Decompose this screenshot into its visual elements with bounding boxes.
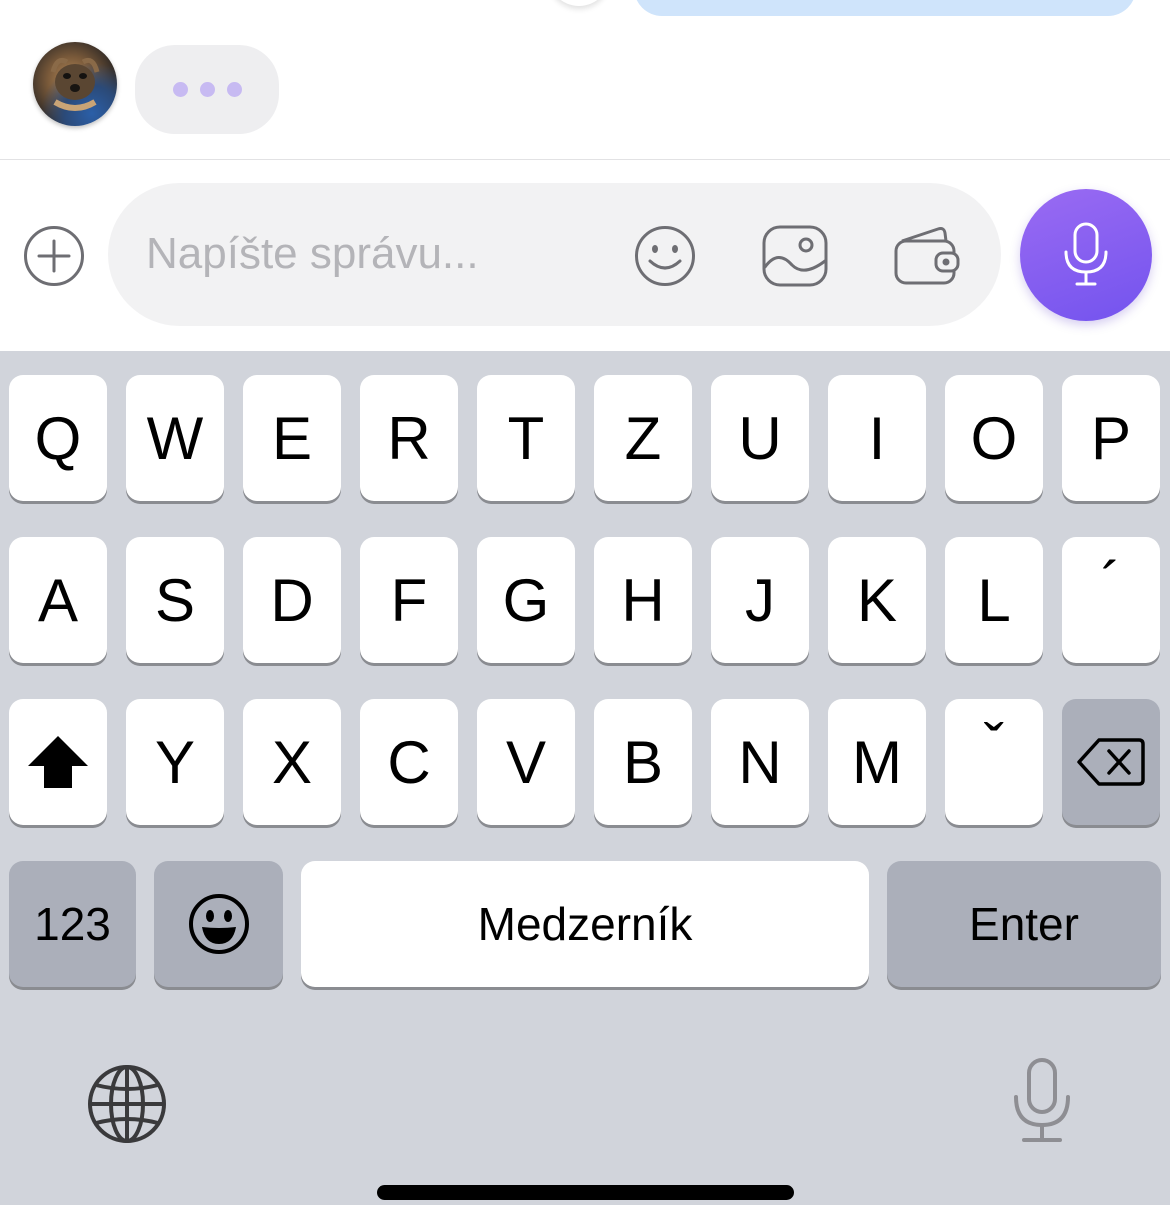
smiley-icon (635, 226, 695, 286)
key[interactable]: B (594, 699, 692, 825)
typing-indicator (135, 45, 279, 134)
message-composer (0, 160, 1170, 351)
message-input[interactable] (146, 219, 606, 289)
image-button[interactable] (760, 221, 830, 291)
key[interactable]: C (360, 699, 458, 825)
wallet-button[interactable] (892, 221, 962, 291)
key[interactable]: F (360, 537, 458, 663)
globe-button[interactable] (86, 1063, 168, 1150)
emoji-keyboard-key[interactable] (154, 861, 283, 987)
key[interactable]: Q (9, 375, 107, 501)
key[interactable]: Z (594, 375, 692, 501)
contact-avatar[interactable] (33, 42, 117, 126)
key[interactable]: O (945, 375, 1043, 501)
wallet-icon (894, 227, 960, 285)
key[interactable]: G (477, 537, 575, 663)
typing-dot (172, 82, 188, 97)
shift-arrow-icon (28, 736, 88, 788)
globe-icon (88, 1065, 166, 1143)
outgoing-message-bubble[interactable] (634, 0, 1136, 16)
key[interactable]: R (360, 375, 458, 501)
key[interactable]: X (243, 699, 341, 825)
plus-circle-icon (24, 226, 84, 286)
key[interactable]: Y (126, 699, 224, 825)
key[interactable]: I (828, 375, 926, 501)
key[interactable]: E (243, 375, 341, 501)
acute-accent-key[interactable]: ´ (1062, 537, 1160, 663)
key[interactable]: T (477, 375, 575, 501)
key[interactable]: J (711, 537, 809, 663)
virtual-keyboard: Q W E R T Z U I O P A S D F G H J K L ´ … (0, 351, 1170, 1205)
dictation-button[interactable] (1010, 1057, 1074, 1150)
key[interactable]: U (711, 375, 809, 501)
key[interactable]: M (828, 699, 926, 825)
numbers-key[interactable]: 123 (9, 861, 136, 987)
partial-avatar (548, 0, 610, 6)
typing-dot (226, 82, 242, 97)
key[interactable]: K (828, 537, 926, 663)
voice-message-button[interactable] (1020, 189, 1152, 321)
space-key[interactable]: Medzerník (301, 861, 869, 987)
key[interactable]: A (9, 537, 107, 663)
message-input-container (108, 183, 1001, 326)
key[interactable]: P (1062, 375, 1160, 501)
dictation-mic-icon (1014, 1058, 1070, 1142)
chat-messages-area (0, 0, 1170, 159)
key-label: ´ (1101, 550, 1121, 617)
key[interactable]: S (126, 537, 224, 663)
key[interactable]: W (126, 375, 224, 501)
backspace-key[interactable] (1062, 699, 1160, 825)
chat-screen: Q W E R T Z U I O P A S D F G H J K L ´ … (0, 0, 1170, 1205)
emoji-keyboard-icon (188, 894, 249, 954)
key[interactable]: V (477, 699, 575, 825)
shift-key[interactable] (9, 699, 107, 825)
key[interactable]: L (945, 537, 1043, 663)
typing-dot (199, 82, 215, 97)
emoji-button[interactable] (630, 221, 700, 291)
key-label: ˇ (984, 712, 1004, 779)
key[interactable]: D (243, 537, 341, 663)
microphone-icon (1064, 222, 1108, 286)
add-attachment-button[interactable] (22, 224, 86, 288)
backspace-icon (1077, 738, 1145, 786)
caron-key[interactable]: ˇ (945, 699, 1043, 825)
home-indicator[interactable] (377, 1185, 794, 1200)
dog-photo-icon (50, 57, 100, 111)
enter-key[interactable]: Enter (887, 861, 1161, 987)
key[interactable]: N (711, 699, 809, 825)
key[interactable]: H (594, 537, 692, 663)
image-icon (762, 225, 828, 287)
